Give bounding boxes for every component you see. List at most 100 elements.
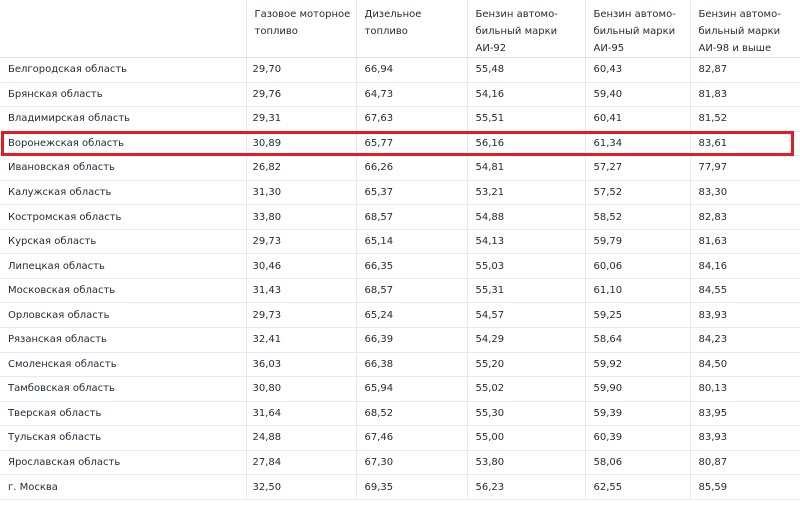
ai-98-cell: 80,87 [689, 450, 800, 476]
gas-motor-fuel-cell: 24,88 [245, 425, 356, 451]
ai-98-cell: 84,55 [689, 278, 800, 304]
ai-92-cell: 54,57 [466, 302, 585, 329]
ai-95-cell: 58,52 [584, 204, 690, 230]
ai-92-cell: 56,16 [466, 131, 585, 157]
diesel-cell: 69,35 [355, 474, 467, 500]
ai-92-cell: 54,88 [466, 204, 585, 230]
region-cell: Курская область [0, 229, 246, 255]
ai-98-cell: 80,13 [689, 376, 800, 402]
gas-motor-fuel-cell: 30,46 [245, 253, 356, 279]
table-row: Ивановская область 26,82 66,26 54,81 57,27 77… [0, 155, 800, 181]
ai-92-cell: 55,31 [466, 278, 585, 304]
ai-95-cell: 59,92 [584, 352, 690, 378]
gas-motor-fuel-cell: 27,84 [245, 450, 356, 476]
header-ai-92: Бензин автомо-бильный марки АИ-92 [466, 0, 585, 58]
region-cell: г. Москва [0, 474, 246, 500]
table-row: Липецкая область 30,46 66,35 55,03 60,06 84,1… [0, 253, 800, 279]
table-row: Воронежская область 30,89 65,77 56,16 61,34 8… [0, 131, 800, 157]
ai-98-cell: 81,83 [689, 82, 800, 108]
table-row: Калужская область 31,30 65,37 53,21 57,52 83,… [0, 180, 800, 206]
ai-92-cell: 55,00 [466, 425, 585, 451]
region-cell: Ивановская область [0, 155, 246, 181]
header-row: Газовое моторное топливо Дизельное топли… [0, 0, 800, 58]
ai-98-cell: 83,61 [689, 131, 800, 157]
header-region [0, 0, 246, 58]
gas-motor-fuel-cell: 31,43 [245, 278, 356, 304]
diesel-cell: 65,94 [355, 376, 467, 402]
table-row: Ярославская область 27,84 67,30 53,80 58,06 8… [0, 450, 800, 476]
ai-95-cell: 57,52 [584, 180, 690, 206]
table-header: Газовое моторное топливо Дизельное топли… [0, 0, 800, 58]
table-row: Рязанская область 32,41 66,39 54,29 58,64 84,… [0, 327, 800, 353]
gas-motor-fuel-cell: 26,82 [245, 155, 356, 181]
table-row: Курская область 29,73 65,14 54,13 59,79 81,63 [0, 229, 800, 255]
ai-92-cell: 54,81 [466, 155, 585, 181]
gas-motor-fuel-cell: 36,03 [245, 352, 356, 378]
gas-motor-fuel-cell: 31,64 [245, 401, 356, 427]
ai-95-cell: 60,43 [584, 57, 690, 83]
ai-98-cell: 84,50 [689, 352, 800, 378]
region-cell: Владимирская область [0, 106, 246, 132]
gas-motor-fuel-cell: 30,80 [245, 376, 356, 402]
ai-95-cell: 60,41 [584, 106, 690, 132]
ai-92-cell: 54,13 [466, 229, 585, 255]
ai-92-cell: 55,51 [466, 106, 585, 132]
region-cell: Тверская область [0, 401, 246, 427]
region-cell: Смоленская область [0, 352, 246, 378]
ai-92-cell: 55,30 [466, 401, 585, 427]
ai-95-cell: 60,39 [584, 425, 690, 451]
fuel-price-table: Газовое моторное топливо Дизельное топли… [0, 0, 800, 500]
ai-95-cell: 61,10 [584, 278, 690, 304]
region-cell: Ярославская область [0, 450, 246, 476]
gas-motor-fuel-cell: 30,89 [245, 131, 356, 157]
ai-95-cell: 60,06 [584, 253, 690, 279]
ai-92-cell: 56,23 [466, 474, 585, 500]
region-cell: Калужская область [0, 180, 246, 206]
table-row: Владимирская область 29,31 67,63 55,51 60,41… [0, 106, 800, 132]
gas-motor-fuel-cell: 29,73 [245, 229, 356, 255]
diesel-cell: 66,39 [355, 327, 467, 353]
ai-95-cell: 59,79 [584, 229, 690, 255]
ai-98-cell: 83,93 [689, 425, 800, 451]
gas-motor-fuel-cell: 29,70 [245, 57, 356, 83]
region-cell: Костромская область [0, 204, 246, 230]
diesel-cell: 67,46 [355, 425, 467, 451]
diesel-cell: 67,63 [355, 106, 467, 132]
ai-92-cell: 53,80 [466, 450, 585, 476]
gas-motor-fuel-cell: 32,50 [245, 474, 356, 500]
table-row: Смоленская область 36,03 66,38 55,20 59,92 84… [0, 352, 800, 378]
ai-95-cell: 59,90 [584, 376, 690, 402]
ai-98-cell: 77,97 [689, 155, 800, 181]
ai-92-cell: 55,03 [466, 253, 585, 279]
ai-92-cell: 55,20 [466, 352, 585, 378]
header-gas-motor-fuel: Газовое моторное топливо [245, 0, 356, 58]
ai-95-cell: 59,25 [584, 302, 690, 329]
diesel-cell: 65,24 [355, 302, 467, 329]
region-cell: Липецкая область [0, 253, 246, 279]
header-diesel: Дизельное топливо [355, 0, 467, 58]
table-row: Тульская область 24,88 67,46 55,00 60,39 83,9… [0, 425, 800, 451]
diesel-cell: 65,14 [355, 229, 467, 255]
diesel-cell: 66,38 [355, 352, 467, 378]
gas-motor-fuel-cell: 29,31 [245, 106, 356, 132]
region-cell: Тульская область [0, 425, 246, 451]
table-row: Тамбовская область 30,80 65,94 55,02 59,90 80… [0, 376, 800, 402]
region-cell: Орловская область [0, 302, 246, 329]
diesel-cell: 64,73 [355, 82, 467, 108]
ai-95-cell: 58,64 [584, 327, 690, 353]
region-cell: Московская область [0, 278, 246, 304]
ai-92-cell: 55,48 [466, 57, 585, 83]
gas-motor-fuel-cell: 29,76 [245, 82, 356, 108]
table-body: Белгородская область 29,70 66,94 55,48 60,43… [0, 57, 800, 500]
region-cell: Тамбовская область [0, 376, 246, 402]
region-cell: Воронежская область [0, 131, 246, 157]
ai-98-cell: 81,52 [689, 106, 800, 132]
ai-92-cell: 55,02 [466, 376, 585, 402]
header-ai-98: Бензин автомо-бильный марки АИ-98 и выше [689, 0, 800, 58]
ai-98-cell: 84,16 [689, 253, 800, 279]
table-row: Белгородская область 29,70 66,94 55,48 60,43… [0, 57, 800, 83]
ai-95-cell: 58,06 [584, 450, 690, 476]
gas-motor-fuel-cell: 29,73 [245, 302, 356, 329]
ai-98-cell: 83,30 [689, 180, 800, 206]
ai-92-cell: 53,21 [466, 180, 585, 206]
